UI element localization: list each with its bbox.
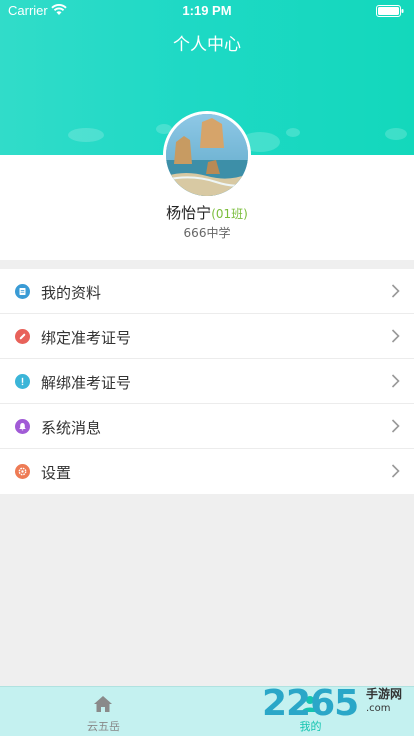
chevron-right-icon <box>391 464 400 478</box>
menu-item-my-profile[interactable]: 我的资料 <box>0 269 414 314</box>
menu-item-unbind-ticket[interactable]: 解绑准考证号 <box>0 359 414 404</box>
tab-home-label: 云五岳 <box>87 720 120 733</box>
link-icon <box>15 329 30 344</box>
class-tag: (01班) <box>211 207 248 221</box>
menu-label: 绑定准考证号 <box>41 329 132 347</box>
menu-label: 设置 <box>41 464 72 482</box>
settings-menu: 我的资料 绑定准考证号 解绑准考证号 系统消息 设置 <box>0 269 414 494</box>
status-bar: Carrier 1:19 PM <box>0 0 414 22</box>
page-title: 个人中心 <box>173 35 241 55</box>
site-watermark: 2265 手游网 .com <box>262 683 414 733</box>
home-icon <box>94 696 112 712</box>
menu-label: 我的资料 <box>41 284 102 302</box>
tab-home[interactable]: 云五岳 <box>0 687 207 736</box>
chevron-right-icon <box>391 374 400 388</box>
gear-icon <box>15 464 30 479</box>
menu-item-settings[interactable]: 设置 <box>0 449 414 494</box>
user-name: 杨怡宁 <box>166 204 212 222</box>
menu-item-bind-ticket[interactable]: 绑定准考证号 <box>0 314 414 359</box>
bell-icon <box>15 419 30 434</box>
status-time: 1:19 PM <box>182 3 232 18</box>
chevron-right-icon <box>391 284 400 298</box>
decor-bubble <box>385 128 407 140</box>
chevron-right-icon <box>391 329 400 343</box>
school-name: 666中学 <box>183 226 231 240</box>
chevron-right-icon <box>391 419 400 433</box>
decor-bubble <box>68 128 104 142</box>
menu-label: 系统消息 <box>41 419 102 437</box>
menu-item-system-messages[interactable]: 系统消息 <box>0 404 414 449</box>
avatar-image <box>166 114 248 196</box>
watermark-number: 2265 <box>262 683 359 724</box>
watermark-site-name: 手游网 <box>366 687 403 701</box>
profile-doc-icon <box>15 284 30 299</box>
exclamation-icon <box>15 374 30 389</box>
decor-bubble <box>286 128 300 137</box>
watermark-domain: .com <box>366 703 391 714</box>
battery-icon <box>376 5 404 17</box>
user-name-line: 杨怡宁(01班) <box>0 202 414 223</box>
avatar[interactable] <box>163 111 251 199</box>
menu-label: 解绑准考证号 <box>41 374 132 392</box>
